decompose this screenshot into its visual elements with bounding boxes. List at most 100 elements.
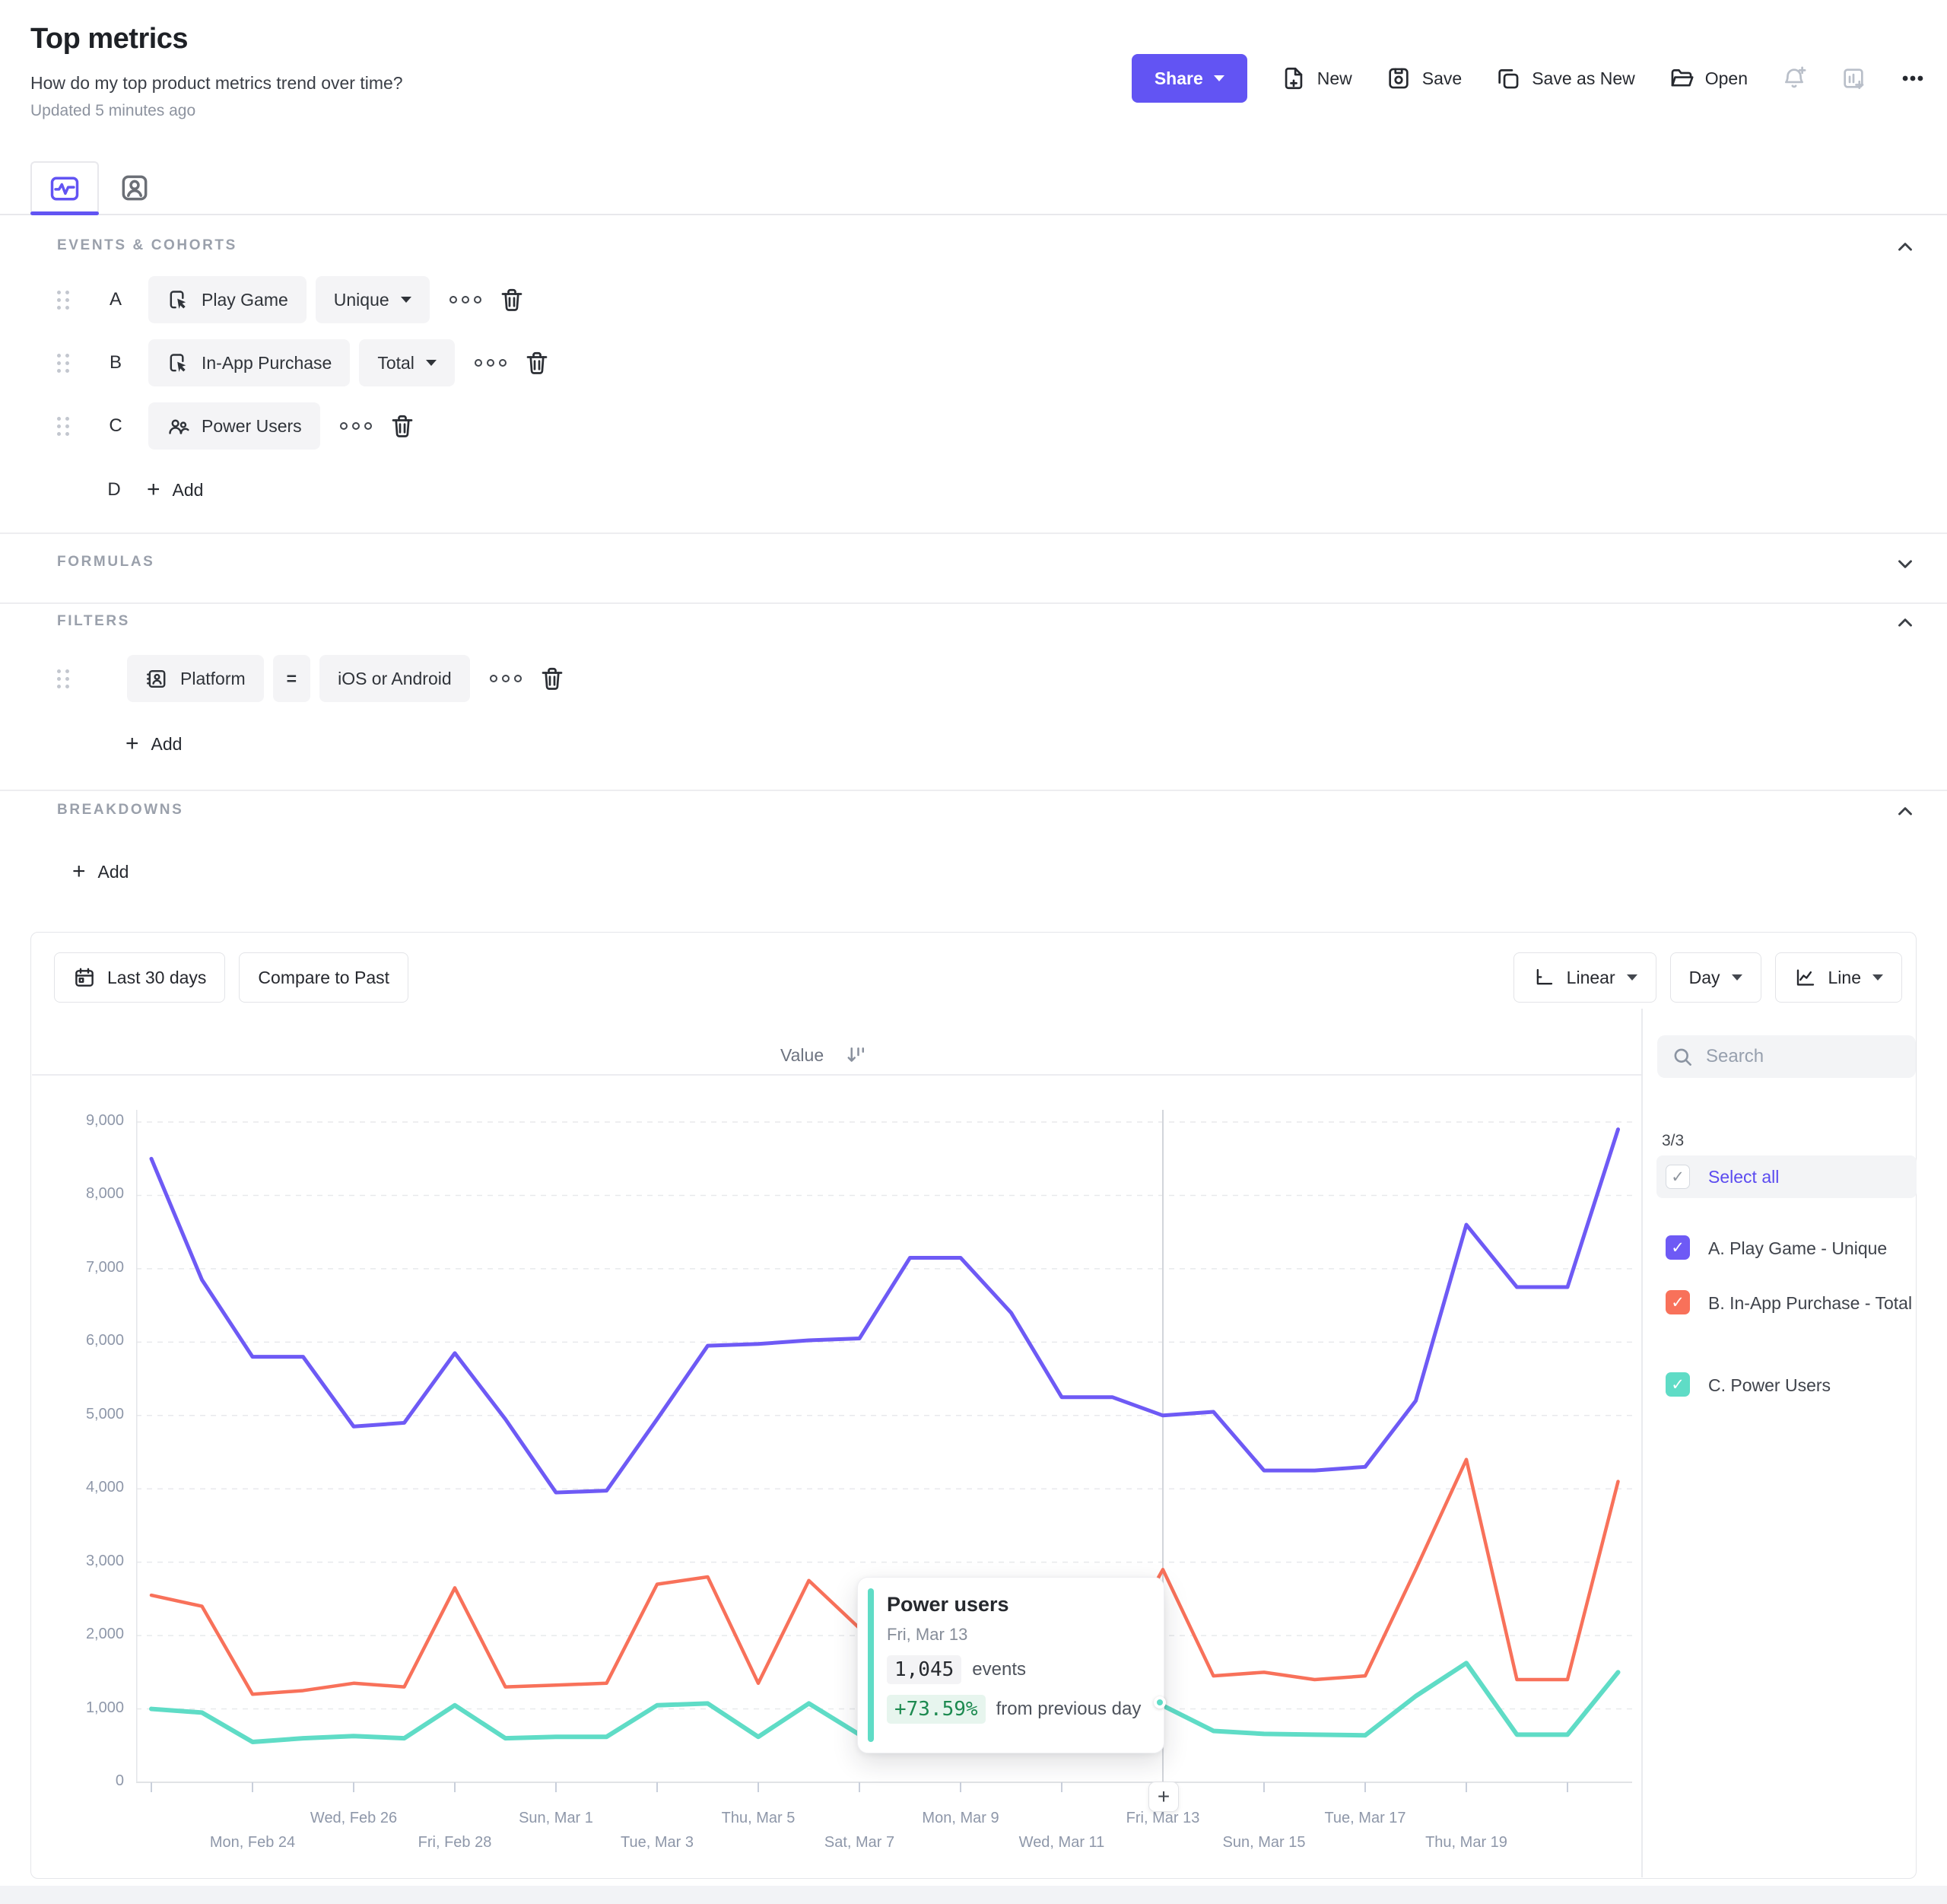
row-letter: C xyxy=(106,415,125,437)
value-header-label: Value xyxy=(780,1045,824,1066)
legend-search xyxy=(1657,1035,1916,1078)
chart-type-label: Line xyxy=(1828,968,1861,988)
search-icon xyxy=(1671,1045,1694,1068)
plus-icon: + xyxy=(125,733,139,755)
tooltip-delta: +73.59% xyxy=(887,1695,986,1724)
tab-users[interactable] xyxy=(100,161,169,215)
trash-icon[interactable] xyxy=(498,286,526,313)
row-options-button[interactable] xyxy=(449,296,481,304)
x-axis-label: Wed, Mar 11 xyxy=(986,1834,1138,1852)
filter-value-pill[interactable]: iOS or Android xyxy=(319,655,470,702)
more-menu-button[interactable] xyxy=(1900,65,1926,91)
collapse-events-chevron-up-icon[interactable] xyxy=(1894,236,1917,259)
sort-descending-icon[interactable] xyxy=(845,1044,868,1066)
series-a-checkbox[interactable]: ✓ xyxy=(1666,1235,1690,1260)
x-axis-label: Sun, Mar 1 xyxy=(480,1810,632,1827)
series-c-checkbox[interactable]: ✓ xyxy=(1666,1372,1690,1397)
copy-icon xyxy=(1495,65,1521,91)
legend-item-b[interactable]: ✓ B. In-App Purchase - Total xyxy=(1656,1290,1923,1318)
y-axis-label: 9,000 xyxy=(31,1112,124,1130)
event-pill-in-app-purchase[interactable]: In-App Purchase xyxy=(148,339,350,386)
collapse-filters-chevron-up-icon[interactable] xyxy=(1894,612,1917,634)
tooltip-delta-suffix: from previous day xyxy=(996,1699,1142,1720)
hovered-data-point[interactable] xyxy=(1154,1696,1166,1709)
collapse-breakdowns-chevron-up-icon[interactable] xyxy=(1894,800,1917,823)
scale-button[interactable]: Linear xyxy=(1513,952,1656,1003)
drag-handle[interactable] xyxy=(57,291,69,310)
date-controls: Last 30 days Compare to Past xyxy=(54,952,408,1003)
trash-icon[interactable] xyxy=(523,349,551,377)
add-label: Add xyxy=(173,480,204,501)
filter-row: Platform = iOS or Android xyxy=(57,654,566,703)
y-axis-label: 3,000 xyxy=(31,1553,124,1570)
breakdowns-section-header: BREAKDOWNS xyxy=(57,802,183,818)
x-axis-label: Wed, Feb 26 xyxy=(278,1810,430,1827)
tooltip-date: Fri, Mar 13 xyxy=(887,1625,967,1645)
alerts-button[interactable] xyxy=(1781,65,1807,91)
new-button[interactable]: New xyxy=(1281,65,1352,91)
select-all-checkbox[interactable]: ✓ xyxy=(1666,1165,1690,1189)
aggregation-value: Unique xyxy=(334,290,389,310)
bell-plus-icon xyxy=(1781,65,1807,91)
drag-handle[interactable] xyxy=(57,417,69,436)
top-toolbar: Share New Save Save as New Open xyxy=(1132,53,1926,103)
row-options-button[interactable] xyxy=(490,675,522,682)
legend-item-c[interactable]: ✓ C. Power Users xyxy=(1656,1372,1923,1400)
drag-handle[interactable] xyxy=(57,354,69,373)
event-name: In-App Purchase xyxy=(202,353,332,373)
series-a-label: A. Play Game - Unique xyxy=(1708,1235,1887,1263)
chevron-down-icon xyxy=(1732,974,1742,981)
granularity-button[interactable]: Day xyxy=(1670,952,1761,1003)
add-annotation-button[interactable]: + xyxy=(1148,1782,1179,1812)
search-input[interactable] xyxy=(1706,1046,1888,1067)
x-axis-label: Tue, Mar 17 xyxy=(1289,1810,1441,1827)
select-all-row[interactable]: ✓ Select all xyxy=(1656,1155,1917,1198)
page-bottom-strip xyxy=(0,1886,1947,1904)
open-button[interactable]: Open xyxy=(1669,65,1748,91)
series-b-checkbox[interactable]: ✓ xyxy=(1666,1290,1690,1314)
trash-icon[interactable] xyxy=(538,665,566,692)
x-axis-label: Thu, Mar 5 xyxy=(682,1810,834,1827)
share-button[interactable]: Share xyxy=(1132,54,1247,103)
drag-handle[interactable] xyxy=(57,669,69,688)
x-axis-label: Sat, Mar 7 xyxy=(783,1834,935,1852)
row-options-button[interactable] xyxy=(340,422,372,430)
filter-property: Platform xyxy=(180,669,246,689)
axis-scale-icon xyxy=(1533,966,1555,989)
compare-to-past-button[interactable]: Compare to Past xyxy=(239,952,408,1003)
add-breakdown-button[interactable]: + Add xyxy=(72,850,129,893)
x-axis-label: Fri, Feb 28 xyxy=(379,1834,531,1852)
add-filter-button[interactable]: + Add xyxy=(125,723,182,765)
granularity-label: Day xyxy=(1689,968,1720,988)
plus-icon: + xyxy=(72,860,86,883)
save-as-new-button[interactable]: Save as New xyxy=(1495,65,1635,91)
add-to-board-button[interactable] xyxy=(1841,65,1866,91)
tab-insights[interactable] xyxy=(30,161,99,215)
chart-type-controls: Linear Day Line xyxy=(1513,952,1902,1003)
filter-property-pill[interactable]: Platform xyxy=(127,655,264,702)
x-axis-label: Mon, Mar 9 xyxy=(885,1810,1037,1827)
y-axis-label: 4,000 xyxy=(31,1479,124,1496)
aggregation-pill-total[interactable]: Total xyxy=(359,339,455,386)
x-axis-label: Mon, Feb 24 xyxy=(176,1834,329,1852)
trash-icon[interactable] xyxy=(389,412,416,440)
add-event-button[interactable]: + Add xyxy=(147,478,203,501)
date-range-button[interactable]: Last 30 days xyxy=(54,952,225,1003)
series-b-label: B. In-App Purchase - Total xyxy=(1708,1290,1912,1318)
cohort-name: Power Users xyxy=(202,416,302,437)
event-pill-play-game[interactable]: Play Game xyxy=(148,276,307,323)
legend-item-a[interactable]: ✓ A. Play Game - Unique xyxy=(1656,1235,1923,1263)
scale-label: Linear xyxy=(1567,968,1615,988)
cohort-pill-power-users[interactable]: Power Users xyxy=(148,402,320,450)
save-button[interactable]: Save xyxy=(1386,65,1462,91)
aggregation-pill-unique[interactable]: Unique xyxy=(316,276,430,323)
chart-type-button[interactable]: Line xyxy=(1775,952,1902,1003)
y-axis-label: 1,000 xyxy=(31,1699,124,1717)
date-range-label: Last 30 days xyxy=(107,968,206,988)
share-label: Share xyxy=(1155,68,1203,89)
series-line-a[interactable] xyxy=(151,1130,1618,1492)
filter-operator-pill[interactable]: = xyxy=(273,655,310,702)
compare-label: Compare to Past xyxy=(258,968,389,988)
expand-formulas-chevron-down-icon[interactable] xyxy=(1894,552,1917,575)
row-options-button[interactable] xyxy=(475,359,507,367)
